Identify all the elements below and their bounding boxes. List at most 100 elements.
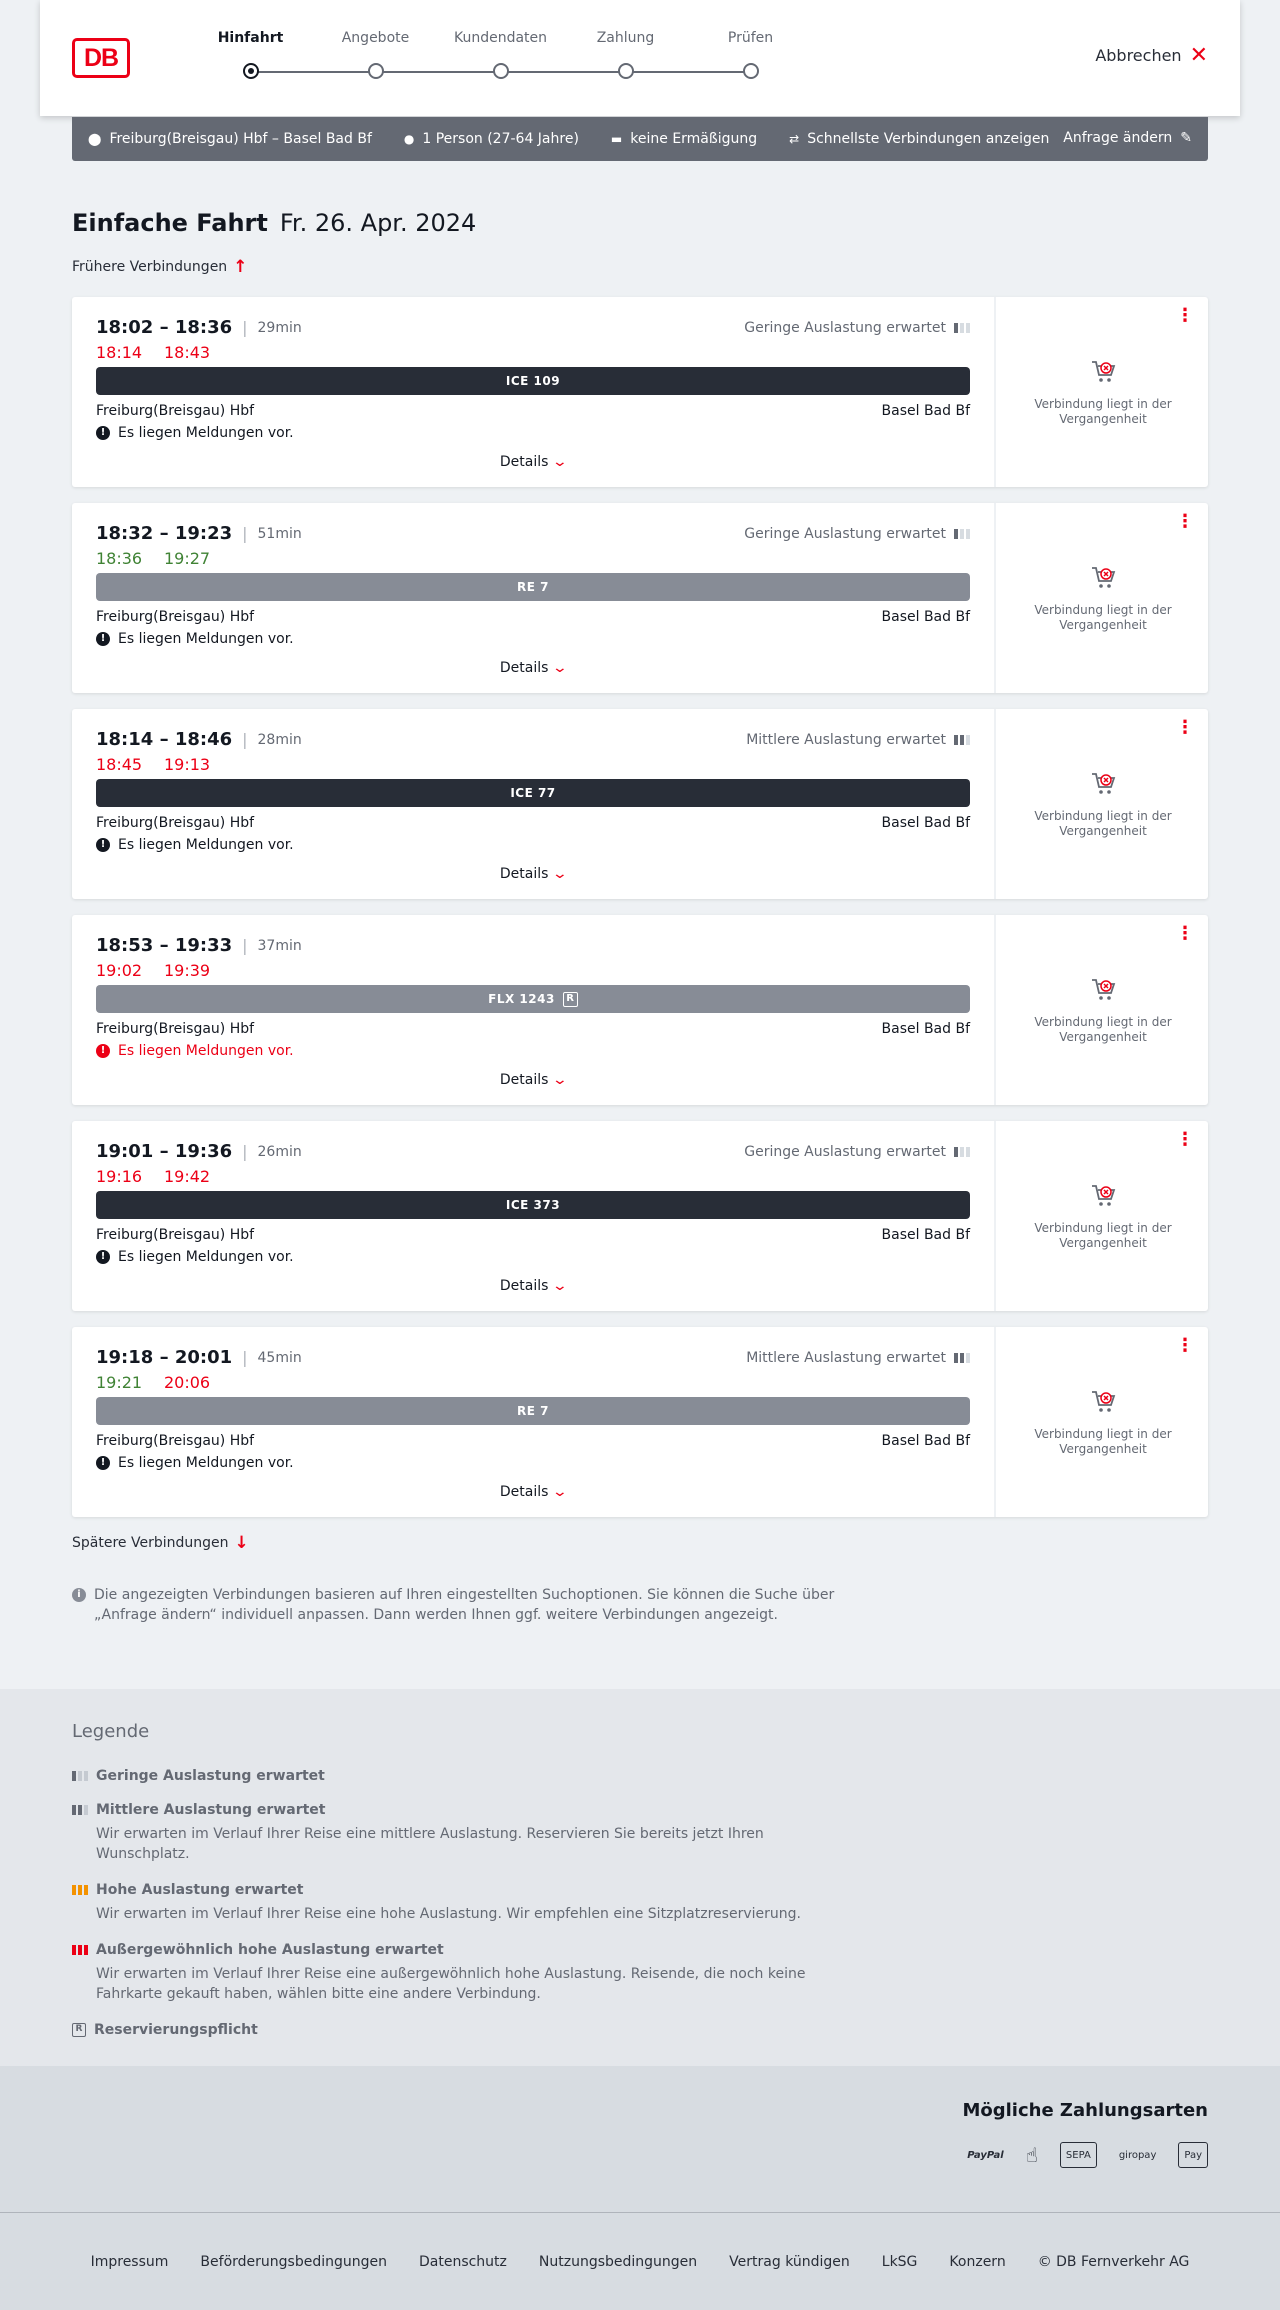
footer-link-vertrag-kuendigen[interactable]: Vertrag kündigen — [729, 2254, 850, 2270]
stations-row: Freiburg(Breisgau) Hbf Basel Bad Bf — [96, 815, 970, 831]
earlier-connections-link[interactable]: Frühere Verbindungen ↑ — [72, 257, 1208, 277]
booking-progress: Hinfahrt Angebote Kundendaten Zahlung Pr… — [180, 30, 773, 90]
origin-station: Freiburg(Breisgau) Hbf — [96, 1433, 255, 1449]
duration: 51min — [257, 525, 302, 542]
load-indicator-icon — [954, 529, 970, 539]
details-toggle[interactable]: Details ⌄ — [72, 1278, 994, 1294]
cart-unavailable-icon — [1092, 773, 1116, 794]
stations-row: Freiburg(Breisgau) Hbf Basel Bad Bf — [96, 1433, 970, 1449]
change-request-button[interactable]: Anfrage ändern ✎ — [1063, 130, 1192, 146]
legend-item-high: Hohe Auslastung erwartet Wir erwarten im… — [72, 1882, 1280, 1924]
footer-link-datenschutz[interactable]: Datenschutz — [419, 2254, 507, 2270]
connection-card[interactable]: 18:14 – 18:46 | 28min 18:45 19:13 Mittle… — [72, 709, 1208, 899]
footer-link-impressum[interactable]: Impressum — [91, 2254, 169, 2270]
fastest-summary: ⇄ Schnellste Verbindungen anzeigen — [789, 131, 1050, 147]
train-segment-bar[interactable]: FLX 1243 R — [96, 985, 970, 1013]
cart-unavailable-icon — [1092, 1391, 1116, 1412]
train-segment-bar[interactable]: ICE 373 — [96, 1191, 970, 1219]
connection-card[interactable]: 18:53 – 19:33 | 37min 19:02 19:39 FLX 12… — [72, 915, 1208, 1105]
legend-item-very-high: Außergewöhnlich hohe Auslastung erwartet… — [72, 1942, 1280, 2004]
footer-copyright: © DB Fernverkehr AG — [1037, 2253, 1190, 2270]
more-options-icon[interactable]: ⋮ — [1176, 1131, 1194, 1149]
destination-station: Basel Bad Bf — [881, 609, 970, 625]
more-options-icon[interactable]: ⋮ — [1176, 925, 1194, 943]
warning-icon: ! — [96, 1044, 110, 1058]
duration: 45min — [257, 1349, 302, 1366]
footer-link-lksg[interactable]: LkSG — [882, 2254, 918, 2270]
db-logo[interactable]: DB — [72, 38, 130, 78]
swap-arrows-icon: ⇄ — [789, 132, 800, 146]
destination-station: Basel Bad Bf — [881, 815, 970, 831]
stations-row: Freiburg(Breisgau) Hbf Basel Bad Bf — [96, 1227, 970, 1243]
cancel-button[interactable]: Abbrechen ✕ — [1095, 44, 1208, 66]
details-toggle[interactable]: Details ⌄ — [72, 454, 994, 470]
realtime-departure: 19:02 — [96, 961, 143, 980]
cart-unavailable-icon — [1092, 361, 1116, 382]
planned-times: 19:01 – 19:36 | 26min — [96, 1141, 302, 1162]
past-connection-notice: Verbindung liegt in der Vergangenheit — [996, 1387, 1210, 1457]
more-options-icon[interactable]: ⋮ — [1176, 513, 1194, 531]
details-toggle[interactable]: Details ⌄ — [72, 1072, 994, 1088]
realtime-departure: 18:45 — [96, 755, 143, 774]
connection-card[interactable]: 18:02 – 18:36 | 29min 18:14 18:43 Gering… — [72, 297, 1208, 487]
connection-card[interactable]: 19:18 – 20:01 | 45min 19:21 20:06 Mittle… — [72, 1327, 1208, 1517]
offer-panel: ⋮ Verbindung liegt in der Vergangenheit — [994, 915, 1208, 1105]
legend-item-medium: Mittlere Auslastung erwartet Wir erwarte… — [72, 1802, 1280, 1864]
duration: 26min — [257, 1143, 302, 1160]
stations-row: Freiburg(Breisgau) Hbf Basel Bad Bf — [96, 403, 970, 419]
legend-section: Legende Geringe Auslastung erwartet Mitt… — [0, 1689, 1280, 2066]
paypal-logo: PayPal — [967, 2149, 1004, 2161]
details-toggle[interactable]: Details ⌄ — [72, 660, 994, 676]
realtime-departure: 18:36 — [96, 549, 143, 568]
train-segment-bar[interactable]: RE 7 — [96, 1397, 970, 1425]
more-options-icon[interactable]: ⋮ — [1176, 1337, 1194, 1355]
giropay-logo: giropay — [1118, 2149, 1157, 2161]
warning-icon: ! — [96, 426, 110, 440]
apple-pay-logo: Pay — [1178, 2142, 1208, 2168]
page-title: Einfache Fahrt — [72, 209, 268, 237]
realtime-arrival: 19:13 — [164, 755, 211, 774]
divider: | — [242, 318, 248, 337]
realtime-times: 18:36 19:27 — [96, 549, 210, 568]
more-options-icon[interactable]: ⋮ — [1176, 719, 1194, 737]
realtime-departure: 18:14 — [96, 343, 143, 362]
train-segment-bar[interactable]: ICE 77 — [96, 779, 970, 807]
planned-time-range: 18:32 – 19:23 — [96, 523, 233, 544]
footer-link-befoerderungsbedingungen[interactable]: Beförderungsbedingungen — [200, 2254, 387, 2270]
step-hinfahrt[interactable]: Hinfahrt — [188, 30, 313, 79]
warning-icon: ! — [96, 632, 110, 646]
divider: | — [242, 730, 248, 749]
cart-unavailable-icon — [1092, 567, 1116, 588]
planned-time-range: 19:18 – 20:01 — [96, 1347, 233, 1368]
disruption-notice: ! Es liegen Meldungen vor. — [96, 837, 294, 853]
connection-card[interactable]: 19:01 – 19:36 | 26min 19:16 19:42 Gering… — [72, 1121, 1208, 1311]
train-segment-bar[interactable]: RE 7 — [96, 573, 970, 601]
location-pin-icon: ⬤ — [88, 132, 102, 146]
details-toggle[interactable]: Details ⌄ — [72, 1484, 994, 1500]
footer-link-konzern[interactable]: Konzern — [949, 2254, 1005, 2270]
origin-station: Freiburg(Breisgau) Hbf — [96, 1227, 255, 1243]
chevron-down-icon: ⌄ — [552, 660, 569, 676]
planned-times: 18:02 – 18:36 | 29min — [96, 317, 302, 338]
cart-unavailable-icon — [1092, 979, 1116, 1000]
realtime-arrival: 18:43 — [164, 343, 211, 362]
train-segment-bar[interactable]: ICE 109 — [96, 367, 970, 395]
realtime-arrival: 19:42 — [164, 1167, 211, 1186]
connection-card[interactable]: 18:32 – 19:23 | 51min 18:36 19:27 Gering… — [72, 503, 1208, 693]
duration: 28min — [257, 731, 302, 748]
later-connections-link[interactable]: Spätere Verbindungen ↓ — [72, 1533, 1208, 1553]
planned-time-range: 18:02 – 18:36 — [96, 317, 233, 338]
step-pruefen: Prüfen — [688, 30, 813, 79]
step-angebote: Angebote — [313, 30, 438, 79]
load-very-high-icon — [72, 1945, 88, 1955]
realtime-departure: 19:16 — [96, 1167, 143, 1186]
arrow-up-icon: ↑ — [233, 257, 248, 277]
reservation-required-icon: R — [562, 991, 578, 1007]
disruption-notice: ! Es liegen Meldungen vor. — [96, 631, 294, 647]
chevron-down-icon: ⌄ — [552, 1072, 569, 1088]
footer-link-nutzungsbedingungen[interactable]: Nutzungsbedingungen — [539, 2254, 697, 2270]
more-options-icon[interactable]: ⋮ — [1176, 307, 1194, 325]
arrow-down-icon: ↓ — [234, 1533, 249, 1553]
details-toggle[interactable]: Details ⌄ — [72, 866, 994, 882]
stations-row: Freiburg(Breisgau) Hbf Basel Bad Bf — [96, 1021, 970, 1037]
